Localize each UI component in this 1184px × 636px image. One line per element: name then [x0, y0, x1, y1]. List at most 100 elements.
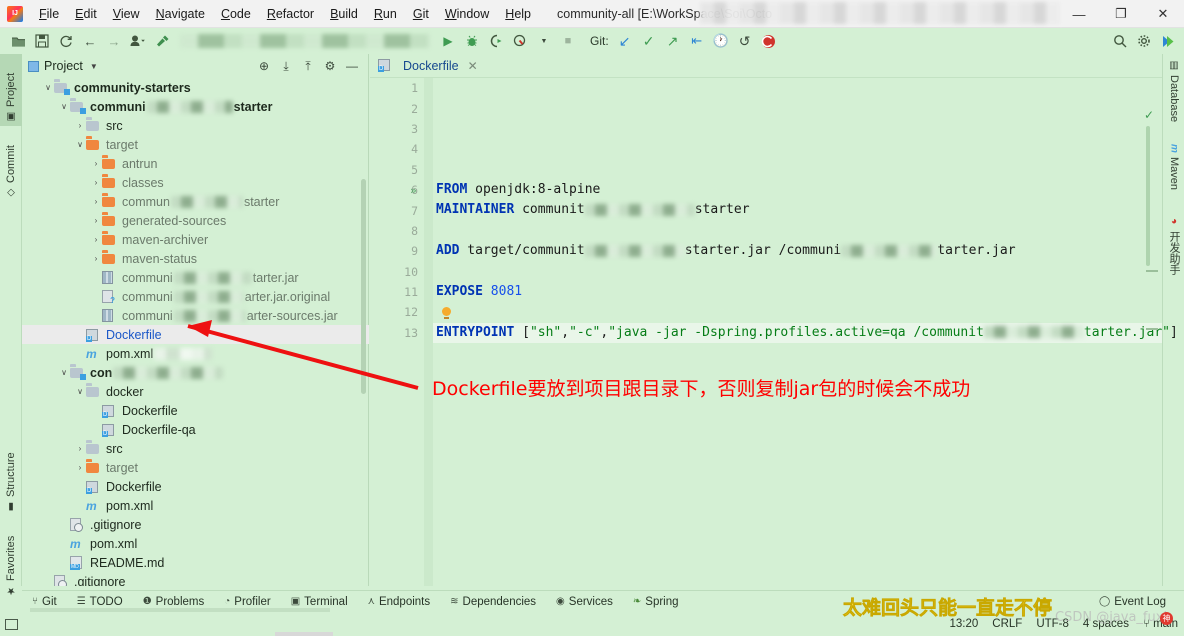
- refresh-icon[interactable]: [54, 30, 78, 52]
- tool-button-endpoints[interactable]: ⋏ Endpoints: [358, 596, 440, 608]
- save-icon[interactable]: [30, 30, 54, 52]
- navigation-bar-redacted[interactable]: [180, 34, 430, 48]
- tree-toggle-icon[interactable]: ›: [74, 463, 86, 472]
- search-icon[interactable]: [1108, 30, 1132, 52]
- run-icon[interactable]: ▶: [436, 30, 460, 52]
- git-commit-icon[interactable]: ✓: [637, 30, 661, 52]
- minimize-button[interactable]: —: [1058, 0, 1100, 28]
- code-line[interactable]: [433, 160, 1162, 180]
- tree-toggle-icon[interactable]: ∨: [58, 368, 70, 377]
- menu-file[interactable]: File: [31, 4, 67, 24]
- tool-button-profiler[interactable]: ◔ Profiler: [214, 596, 280, 608]
- tree-toggle-icon[interactable]: ∨: [74, 140, 86, 149]
- gutter-line-number[interactable]: 5: [370, 160, 424, 180]
- tree-node-src[interactable]: › src: [22, 439, 369, 458]
- menu-edit[interactable]: Edit: [67, 4, 105, 24]
- tree-node-communi[interactable]: communi tarter.jar: [22, 268, 369, 287]
- code-editor[interactable]: 1 2 3 4 5 6» 7 8 9 10 11 12 13 FROM openjdk:8-alpine…: [370, 78, 1178, 586]
- code-line[interactable]: ADD target/communit starter.jar /communi t…: [433, 241, 1162, 261]
- code-line[interactable]: [433, 302, 1162, 322]
- inspection-status-icon[interactable]: ✓: [1144, 108, 1154, 122]
- git-update-project-icon[interactable]: ↙: [613, 30, 637, 52]
- menu-help[interactable]: Help: [497, 4, 539, 24]
- ide-frame-icon[interactable]: [0, 612, 22, 636]
- line-separator[interactable]: CRLF: [992, 618, 1022, 630]
- menu-code[interactable]: Code: [213, 4, 259, 24]
- tool-button-terminal[interactable]: ▣ Terminal: [281, 596, 358, 608]
- select-opened-file-icon[interactable]: ⊕: [254, 56, 274, 76]
- gutter-line-number[interactable]: 3: [370, 119, 424, 139]
- tree-toggle-icon[interactable]: ∨: [74, 387, 86, 396]
- gutter-line-number[interactable]: 9: [370, 241, 424, 261]
- code-line[interactable]: [433, 78, 1162, 98]
- code-line[interactable]: FROM openjdk:8-alpine: [433, 180, 1162, 200]
- menu-git[interactable]: Git: [405, 4, 437, 24]
- gutter-line-number[interactable]: 1: [370, 78, 424, 98]
- tree-toggle-icon[interactable]: ›: [74, 121, 86, 130]
- hammer-build-icon[interactable]: [150, 30, 174, 52]
- navigate-back-icon[interactable]: ←: [78, 30, 102, 52]
- gutter-line-number[interactable]: 6»: [370, 180, 424, 200]
- tree-toggle-icon[interactable]: ›: [90, 197, 102, 206]
- tree-node-commun[interactable]: › commun starter: [22, 192, 369, 211]
- run-configuration-icon[interactable]: »: [410, 184, 417, 197]
- tree-node-maven-status[interactable]: › maven-status: [22, 249, 369, 268]
- tree-node-dockerfile-qa[interactable]: Dockerfile-qa: [22, 420, 369, 439]
- tree-toggle-icon[interactable]: ›: [90, 178, 102, 187]
- gutter-line-number[interactable]: 8: [370, 221, 424, 241]
- gear-icon[interactable]: [1132, 30, 1156, 52]
- gutter-line-number[interactable]: 2: [370, 98, 424, 118]
- code-line[interactable]: [433, 221, 1162, 241]
- menu-refactor[interactable]: Refactor: [259, 4, 322, 24]
- code-line[interactable]: [433, 98, 1162, 118]
- tree-toggle-icon[interactable]: ›: [90, 254, 102, 263]
- git-pull-icon[interactable]: ⇤: [685, 30, 709, 52]
- gear-icon[interactable]: ⚙: [320, 56, 340, 76]
- tree-toggle-icon[interactable]: ›: [74, 444, 86, 453]
- tree-node--gitignore[interactable]: .gitignore: [22, 515, 369, 534]
- code-line[interactable]: MAINTAINER communit starter: [433, 200, 1162, 220]
- tree-node-generated-sources[interactable]: › generated-sources: [22, 211, 369, 230]
- editor-scrollbar[interactable]: [1146, 126, 1150, 266]
- tree-node-pom-xml[interactable]: m pom.xml: [22, 534, 369, 553]
- tree-node-dockerfile[interactable]: Dockerfile: [22, 477, 369, 496]
- tree-node-dockerfile[interactable]: Dockerfile: [22, 401, 369, 420]
- tree-toggle-icon[interactable]: ∨: [58, 102, 70, 111]
- user-profile-icon[interactable]: [126, 30, 150, 52]
- maximize-button[interactable]: ❐: [1100, 0, 1142, 28]
- tree-node-src[interactable]: › src: [22, 116, 369, 135]
- tree-node--gitignore[interactable]: .gitignore: [22, 572, 369, 586]
- tool-button-spring[interactable]: ❧ Spring: [623, 596, 689, 608]
- menu-window[interactable]: Window: [437, 4, 497, 24]
- tool-button-problems[interactable]: ❶ Problems: [133, 596, 215, 608]
- sidebar-item-favorites[interactable]: ★ Favorites: [0, 516, 22, 600]
- menu-run[interactable]: Run: [366, 4, 405, 24]
- code-line[interactable]: [433, 139, 1162, 159]
- profile-run-icon[interactable]: [508, 30, 532, 52]
- tool-button-git[interactable]: ⑂ Git: [22, 596, 67, 608]
- gutter-line-number[interactable]: 7: [370, 200, 424, 220]
- tree-toggle-icon[interactable]: ›: [90, 216, 102, 225]
- dropdown-caret-icon[interactable]: ▼: [532, 30, 556, 52]
- close-button[interactable]: ✕: [1142, 0, 1184, 28]
- sidebar-item-project[interactable]: ▣ Project: [0, 54, 22, 126]
- tree-node-readme-md[interactable]: README.md: [22, 553, 369, 572]
- tree-node-communi[interactable]: communi arter.jar.original: [22, 287, 369, 306]
- git-rollback-icon[interactable]: ↺: [733, 30, 757, 52]
- tree-node-communi[interactable]: ∨ communi starter: [22, 97, 369, 116]
- tree-toggle-icon[interactable]: ›: [90, 159, 102, 168]
- sidebar-item-dev-assistant[interactable]: ◕ 开发助手: [1163, 212, 1184, 290]
- code-line[interactable]: [433, 262, 1162, 282]
- tree-node-target[interactable]: ∨ target: [22, 135, 369, 154]
- gutter-line-number[interactable]: 4: [370, 139, 424, 159]
- gutter-line-number[interactable]: 10: [370, 262, 424, 282]
- debug-icon[interactable]: [460, 30, 484, 52]
- close-icon[interactable]: ✕: [468, 59, 478, 73]
- git-push-icon[interactable]: ↗: [661, 30, 685, 52]
- code-line[interactable]: EXPOSE 8081: [433, 282, 1162, 302]
- sidebar-item-database[interactable]: ▥ Database: [1163, 56, 1184, 136]
- hide-panel-icon[interactable]: —: [342, 56, 362, 76]
- tool-button-event-log[interactable]: ◯ Event Log: [1089, 596, 1176, 608]
- caret-position[interactable]: 13:20: [950, 618, 979, 630]
- tree-node-pom-xml[interactable]: m pom.xml: [22, 496, 369, 515]
